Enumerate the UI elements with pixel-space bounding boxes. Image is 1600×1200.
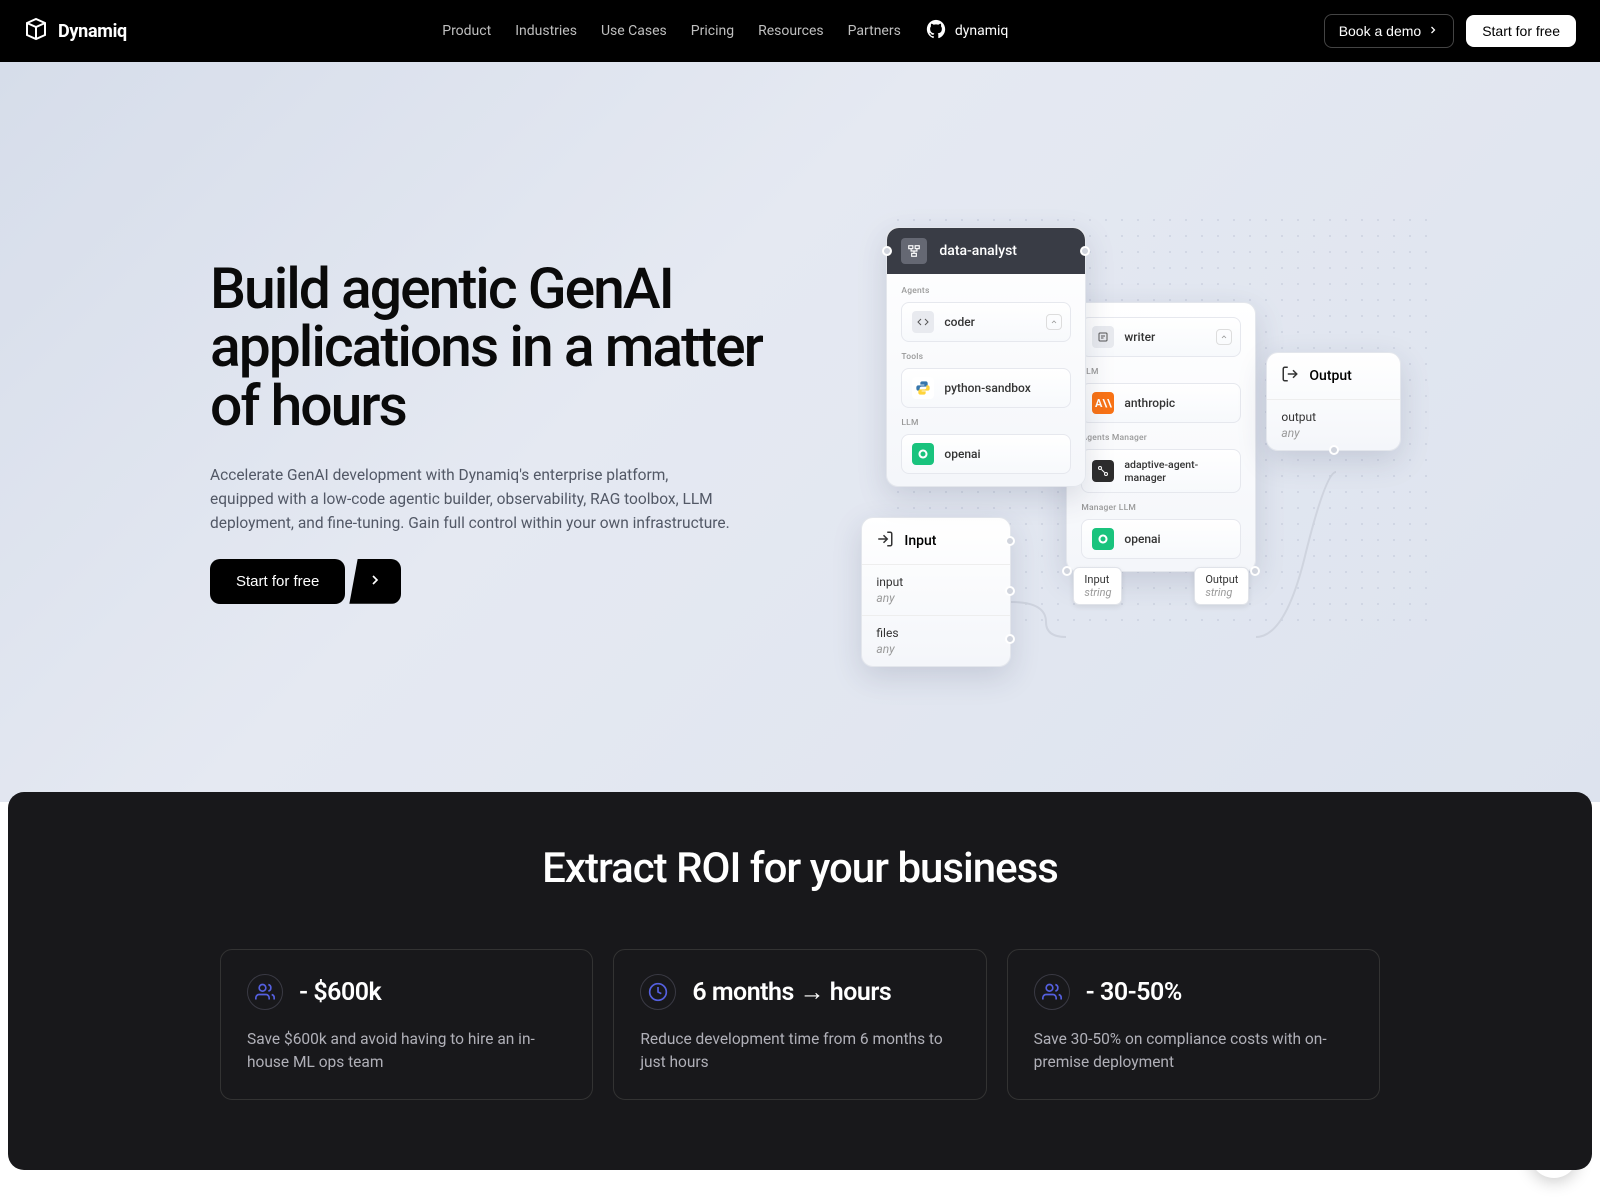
agent-item-writer: writer — [1081, 317, 1241, 357]
output-field: output any — [1267, 399, 1400, 450]
hero-content: Build agentic GenAI applications in a ma… — [210, 260, 776, 603]
flowchart-icon — [901, 238, 927, 264]
port-output-label: Output string — [1194, 567, 1249, 605]
port-input-label: Input string — [1073, 567, 1122, 605]
brand[interactable]: Dynamiq — [24, 17, 127, 45]
port-dot — [1005, 634, 1015, 644]
chevron-up-icon — [1046, 314, 1062, 330]
item-label: anthropic — [1124, 396, 1175, 410]
roi-desc: Save 30-50% on compliance costs with on-… — [1034, 1028, 1353, 1075]
nav-link-partners[interactable]: Partners — [848, 23, 901, 39]
anthropic-icon: A\\ — [1092, 392, 1114, 414]
roi-stat: 6 months → hours — [692, 978, 891, 1007]
chevron-up-icon — [1216, 329, 1232, 345]
agent-item-coder: coder — [901, 302, 1071, 342]
roi-desc: Save $600k and avoid having to hire an i… — [247, 1028, 566, 1075]
input-header: Input — [862, 518, 1010, 564]
navbar: Dynamiq Product Industries Use Cases Pri… — [0, 0, 1600, 62]
chevron-right-icon — [367, 572, 383, 591]
item-label: openai — [944, 447, 980, 461]
book-demo-button[interactable]: Book a demo — [1324, 14, 1455, 48]
roi-card: - 30-50% Save 30-50% on compliance costs… — [1007, 949, 1380, 1100]
nav-links: Product Industries Use Cases Pricing Res… — [442, 18, 1008, 44]
code-icon — [912, 311, 934, 333]
hero-start-free-button[interactable]: Start for free — [210, 559, 345, 604]
section-label: LLM — [901, 418, 1071, 428]
hero-title: Build agentic GenAI applications in a ma… — [210, 260, 776, 434]
github-link[interactable]: dynamiq — [925, 18, 1009, 44]
roi-desc: Reduce development time from 6 months to… — [640, 1028, 959, 1075]
people-icon — [1034, 974, 1070, 1010]
input-icon — [876, 530, 894, 552]
mgr-llm-item-openai: openai — [1081, 519, 1241, 559]
openai-icon — [1092, 528, 1114, 550]
output-header: Output — [1267, 353, 1400, 399]
writer-icon — [1092, 326, 1114, 348]
section-label: LLM — [1081, 367, 1241, 377]
navbar-actions: Book a demo Start for free — [1324, 14, 1576, 48]
nav-link-pricing[interactable]: Pricing — [691, 23, 734, 39]
manager-item: adaptive-agent-manager — [1081, 449, 1241, 493]
hero-cta-group: Start for free — [210, 559, 776, 604]
output-icon — [1281, 365, 1299, 387]
nav-link-usecases[interactable]: Use Cases — [601, 23, 667, 39]
item-label: adaptive-agent-manager — [1124, 458, 1230, 484]
start-free-button[interactable]: Start for free — [1466, 15, 1576, 47]
item-label: python-sandbox — [944, 381, 1030, 395]
panel-writer: writer LLM A\\ anthropic Agents Manager … — [1066, 302, 1256, 572]
hero-section: Build agentic GenAI applications in a ma… — [0, 62, 1600, 802]
tool-item-python: python-sandbox — [901, 368, 1071, 408]
panel-data-analyst: data-analyst Agents coder Tools python-s… — [886, 227, 1086, 487]
item-label: openai — [1124, 532, 1160, 546]
roi-cards: - $600k Save $600k and avoid having to h… — [220, 949, 1380, 1100]
roi-stat: - $600k — [299, 978, 381, 1007]
input-title: Input — [904, 533, 936, 549]
section-label: Agents Manager — [1081, 433, 1241, 443]
github-icon — [925, 18, 947, 44]
brand-text: Dynamiq — [58, 21, 127, 42]
input-field: input any — [862, 564, 1010, 615]
roi-title: Extract ROI for your business — [68, 844, 1532, 893]
llm-item-anthropic: A\\ anthropic — [1081, 383, 1241, 423]
item-label: coder — [944, 315, 975, 329]
hero-subtitle: Accelerate GenAI development with Dynami… — [210, 463, 730, 535]
panel-output: Output output any — [1266, 352, 1401, 451]
item-label: writer — [1124, 330, 1155, 344]
port-dot — [1329, 445, 1339, 455]
nav-link-resources[interactable]: Resources — [758, 23, 824, 39]
panel-input: Input input any files any — [861, 517, 1011, 667]
manager-icon — [1092, 460, 1114, 482]
nav-link-industries[interactable]: Industries — [515, 23, 577, 39]
python-icon — [912, 377, 934, 399]
panel-title: data-analyst — [939, 243, 1017, 259]
book-demo-label: Book a demo — [1339, 23, 1422, 39]
section-label: Agents — [901, 286, 1071, 296]
openai-icon — [912, 443, 934, 465]
output-title: Output — [1309, 368, 1351, 384]
logo-icon — [24, 17, 48, 45]
github-text: dynamiq — [955, 23, 1009, 39]
llm-item-openai: openai — [901, 434, 1071, 474]
clock-icon — [640, 974, 676, 1010]
chevron-right-icon — [1427, 23, 1439, 39]
roi-section: Extract ROI for your business - $600k Sa… — [8, 792, 1592, 1170]
section-label: Tools — [901, 352, 1071, 362]
roi-stat: - 30-50% — [1086, 978, 1182, 1007]
section-label: Manager LLM — [1081, 503, 1241, 513]
input-field: files any — [862, 615, 1010, 666]
roi-card: - $600k Save $600k and avoid having to h… — [220, 949, 593, 1100]
panel-header: data-analyst — [887, 228, 1085, 274]
hero-visual: data-analyst Agents coder Tools python-s… — [816, 172, 1390, 692]
nav-link-product[interactable]: Product — [442, 23, 491, 39]
people-icon — [247, 974, 283, 1010]
roi-card: 6 months → hours Reduce development time… — [613, 949, 986, 1100]
hero-arrow-button[interactable] — [349, 559, 401, 604]
